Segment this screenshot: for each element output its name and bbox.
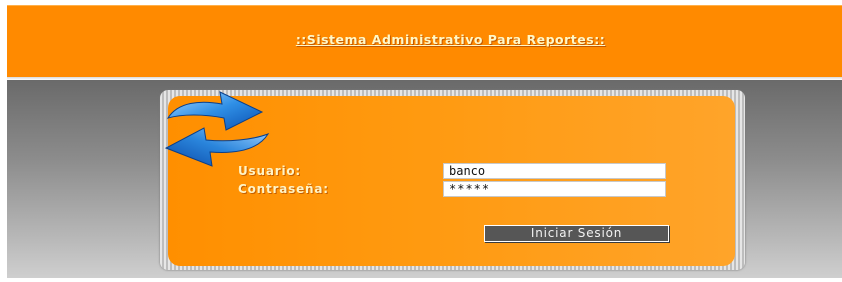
username-label: Usuario: [238,164,302,178]
login-button[interactable]: Iniciar Sesión [484,225,669,242]
app-title-link[interactable]: ::Sistema Administrativo Para Reportes:: [7,32,842,47]
header-bar: ::Sistema Administrativo Para Reportes:: [7,5,842,77]
password-label: Contraseña: [238,182,329,196]
refresh-arrows-icon [164,91,270,167]
password-input[interactable] [443,181,666,197]
username-input[interactable] [443,163,666,179]
